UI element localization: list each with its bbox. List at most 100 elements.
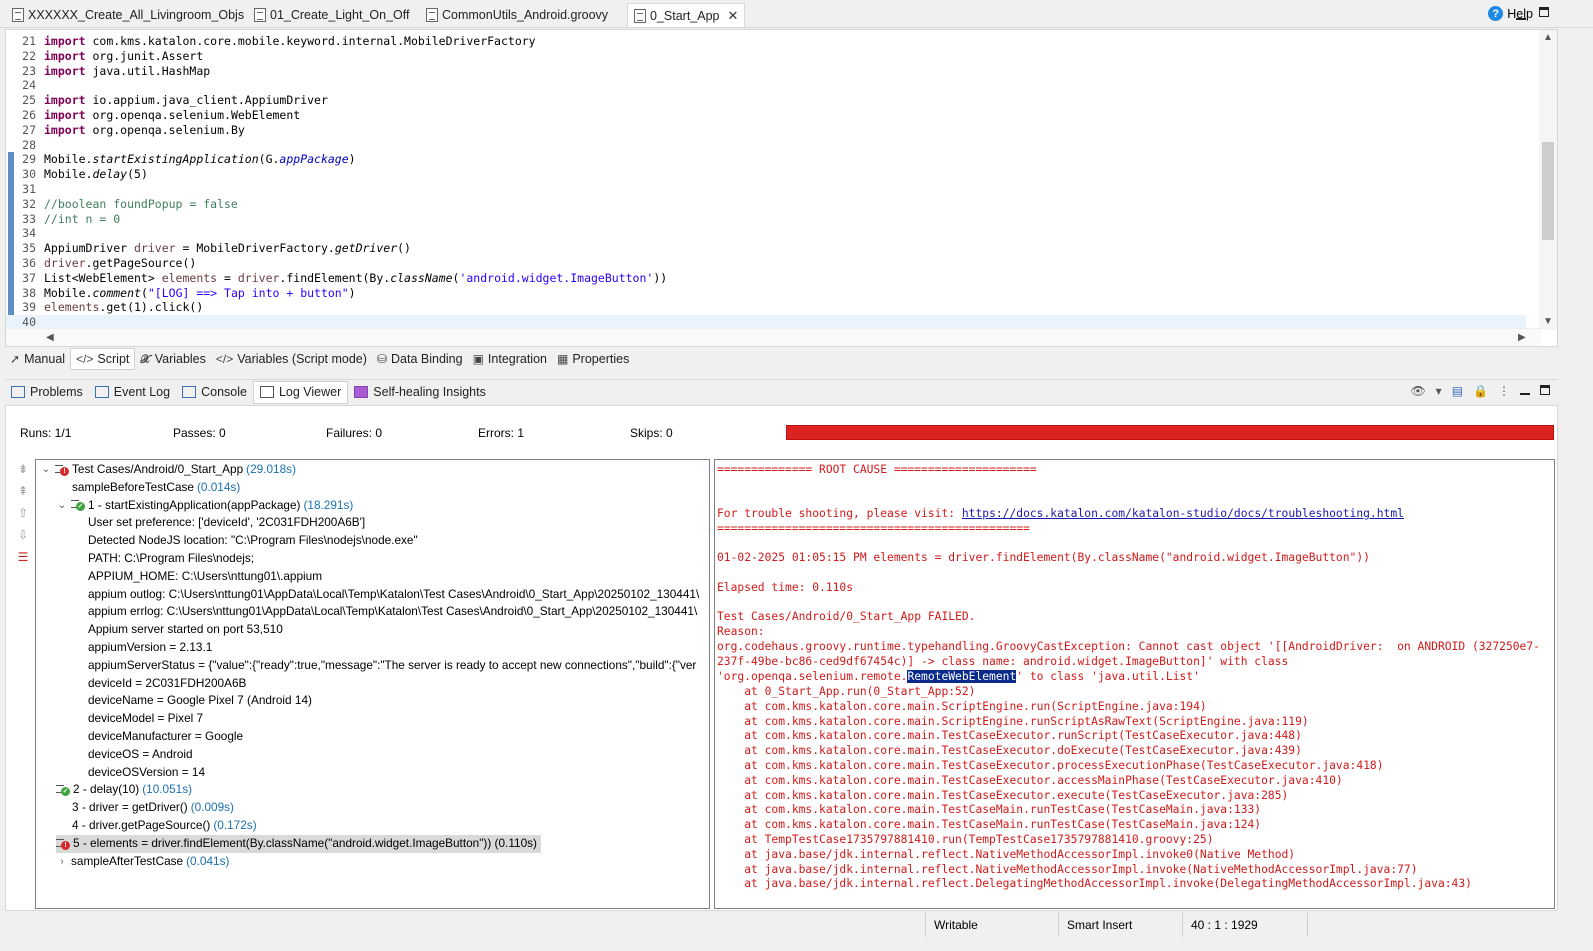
tab-livingroom-objs[interactable]: XXXXXX_Create_All_Livingroom_Objs <box>6 3 250 27</box>
tab-event-log[interactable]: Event Log <box>89 381 176 404</box>
horizontal-scrollbar[interactable]: ◀ ▶ <box>6 328 1541 346</box>
code-token: comment <box>92 285 141 300</box>
log-item-text: deviceOSVersion = 14 <box>88 764 206 779</box>
log-item-text: deviceModel = Pixel 7 <box>88 711 204 726</box>
log-tree-item[interactable]: › sampleAfterTestCase (0.041s) <box>56 853 229 871</box>
code-icon: </> <box>76 352 94 366</box>
log-tree-item[interactable]: Detected NodeJS location: "C:\Program Fi… <box>88 532 418 550</box>
log-tree-item[interactable]: Appium server started on port 53,510 <box>88 621 283 639</box>
collapse-all-icon[interactable]: ⇟ <box>14 462 32 484</box>
tab-label: Data Binding <box>391 352 463 366</box>
log-tree-item[interactable]: appiumVersion = 2.13.1 <box>88 639 212 657</box>
code-token: () <box>397 241 411 256</box>
troubleshooting-link[interactable]: https://docs.katalon.com/katalon-studio/… <box>962 507 1404 520</box>
maximize-icon[interactable] <box>1539 6 1549 20</box>
log-item-text: sampleAfterTestCase <box>71 853 184 868</box>
maximize-icon[interactable] <box>1540 384 1550 398</box>
log-tree-item[interactable]: appium outlog: C:\Users\nttung01\AppData… <box>88 586 699 604</box>
log-tree-item[interactable]: PATH: C:\Program Files\nodejs; <box>88 550 254 568</box>
tree-view-icon[interactable]: ▤ <box>1452 384 1463 398</box>
dropdown-arrow-icon[interactable]: ▾ <box>1436 384 1442 398</box>
log-tree-item[interactable]: ⌄! Test Cases/Android/0_Start_App (29.018s… <box>40 461 296 479</box>
lock-icon[interactable]: 🔒 <box>1473 384 1488 398</box>
minimize-icon[interactable] <box>1516 9 1526 23</box>
help-icon: ? <box>1488 6 1504 21</box>
tab-console[interactable]: Console <box>176 381 253 404</box>
log-tree-item[interactable]: 3 - driver = getDriver() (0.009s) <box>72 799 234 817</box>
help-button[interactable]: ? Help <box>1488 6 1533 21</box>
tab-manual[interactable]: ➚ Manual <box>5 348 70 370</box>
tab-log-viewer[interactable]: Log Viewer <box>252 380 349 404</box>
stack-frame: at 0_Start_App.run(0_Start_App:52) <box>717 685 976 698</box>
scroll-right-icon[interactable]: ▶ <box>1518 332 1526 343</box>
tab-properties[interactable]: ▦ Properties <box>552 348 634 370</box>
log-tree-item[interactable]: deviceId = 2C031FDH200A6B <box>88 675 246 693</box>
tab-data-binding[interactable]: ⛁ Data Binding <box>372 348 468 370</box>
line-number: 35 <box>22 241 36 256</box>
line-number: 22 <box>22 48 36 63</box>
code-token: )) <box>653 270 668 285</box>
log-item-text: 5 - elements = driver.findElement(By.cla… <box>73 835 537 850</box>
code-text: import org.junit.Assert <box>44 49 203 64</box>
log-tree-item[interactable]: deviceModel = Pixel 7 <box>88 710 203 728</box>
test-log-tree[interactable]: ⌄! Test Cases/Android/0_Start_App (29.018s… <box>35 459 710 909</box>
log-item-text: deviceId = 2C031FDH200A6B <box>88 675 247 690</box>
log-tree-item[interactable]: 4 - driver.getPageSource() (0.172s) <box>72 817 257 835</box>
line-number: 38 <box>22 285 36 300</box>
log-tree-item[interactable]: deviceOSVersion = 14 <box>88 764 205 782</box>
stack-frame: at TempTestCase1735797881410.run(TempTes… <box>717 833 1214 846</box>
tab-problems[interactable]: Problems <box>5 381 89 404</box>
eye-icon[interactable]: 👁 <box>1410 384 1425 398</box>
previous-failure-icon[interactable]: ⇧ <box>14 506 32 528</box>
code-token: import <box>44 48 86 63</box>
tab-self-healing[interactable]: Self-healing Insights <box>348 381 492 404</box>
log-tree-item[interactable]: sampleBeforeTestCase (0.014s) <box>72 479 240 497</box>
error-trace-view[interactable]: ============== ROOT CAUSE ==============… <box>714 459 1555 909</box>
log-tree-item[interactable]: appiumServerStatus = {"value":{"ready":t… <box>88 657 696 675</box>
log-tree-item[interactable]: ✓ 2 - delay(10) (10.051s) <box>56 781 192 799</box>
code-token: org.openqa.selenium.WebElement <box>92 108 301 122</box>
code-token: Mobile. <box>44 167 93 182</box>
tab-variables-script-mode[interactable]: </> Variables (Script mode) <box>211 348 372 370</box>
minimize-icon[interactable] <box>1520 384 1530 398</box>
log-tree-item[interactable]: deviceName = Google Pixel 7 (Android 14) <box>88 692 312 710</box>
trace-separator: ========================================… <box>717 522 1030 535</box>
code-token: startExistingApplication <box>92 152 259 167</box>
next-failure-icon[interactable]: ⇩ <box>14 528 32 550</box>
show-failures-only-icon[interactable]: ☰ <box>14 550 32 572</box>
close-icon[interactable]: ✕ <box>728 8 739 24</box>
code-editor[interactable]: 21 import com.kms.katalon.core.mobile.key… <box>5 29 1558 347</box>
vertical-scrollbar[interactable]: ▲ ▼ <box>1539 30 1557 330</box>
scroll-left-icon[interactable]: ◀ <box>46 332 54 343</box>
tab-commonutils[interactable]: CommonUtils_Android.groovy <box>420 3 614 27</box>
log-tree-item[interactable]: User set preference: ['deviceId', '2C031… <box>88 514 365 532</box>
expand-all-icon[interactable]: ⇞ <box>14 484 32 506</box>
log-item-text: appiumServerStatus = {"value":{"ready":t… <box>88 657 697 672</box>
scroll-thumb[interactable] <box>1542 142 1554 240</box>
log-tree-item[interactable]: ⌄ ✓ 1 - startExistingApplication(appPackag… <box>56 497 354 515</box>
log-tree-item[interactable]: APPIUM_HOME: C:\Users\nttung01\.appium <box>88 568 322 586</box>
log-item-text: 2 - delay(10) <box>73 782 140 797</box>
chevron-down-icon[interactable]: ⌄ <box>40 461 52 479</box>
chevron-right-icon[interactable]: › <box>56 853 68 871</box>
tab-create-light[interactable]: 01_Create_Light_On_Off <box>248 3 415 27</box>
editor-tab-bar: XXXXXX_Create_All_Livingroom_Objs 01_Cre… <box>0 0 1593 28</box>
log-item-duration: (29.018s) <box>246 462 296 476</box>
tab-start-app[interactable]: 0_Start_App ✕ <box>627 3 746 27</box>
log-tree-item[interactable]: appium errlog: C:\Users\nttung01\AppData… <box>88 603 697 621</box>
code-token: org.junit.Assert <box>92 48 204 63</box>
skips-count: Skips: 0 <box>630 426 673 440</box>
tab-integration[interactable]: ▣ Integration <box>468 348 552 370</box>
log-tree-item[interactable]: deviceManufacturer = Google <box>88 728 243 746</box>
tab-script[interactable]: </> Script <box>70 348 136 370</box>
status-writable: Writable <box>925 913 1058 937</box>
log-tree-item[interactable]: deviceOS = Android <box>88 746 193 764</box>
log-tree-item[interactable]: ! 5 - elements = driver.findElement(By.cl… <box>56 834 541 853</box>
chevron-down-icon[interactable]: ⌄ <box>56 497 68 515</box>
scroll-down-icon[interactable]: ▼ <box>1543 316 1553 327</box>
tab-variables[interactable]: 𝒳 Variables <box>135 348 211 370</box>
more-icon[interactable]: ⋮ <box>1498 384 1510 398</box>
scroll-up-icon[interactable]: ▲ <box>1543 32 1553 43</box>
code-token: delay <box>92 167 128 182</box>
code-token: org.openqa.selenium.By <box>92 122 245 137</box>
